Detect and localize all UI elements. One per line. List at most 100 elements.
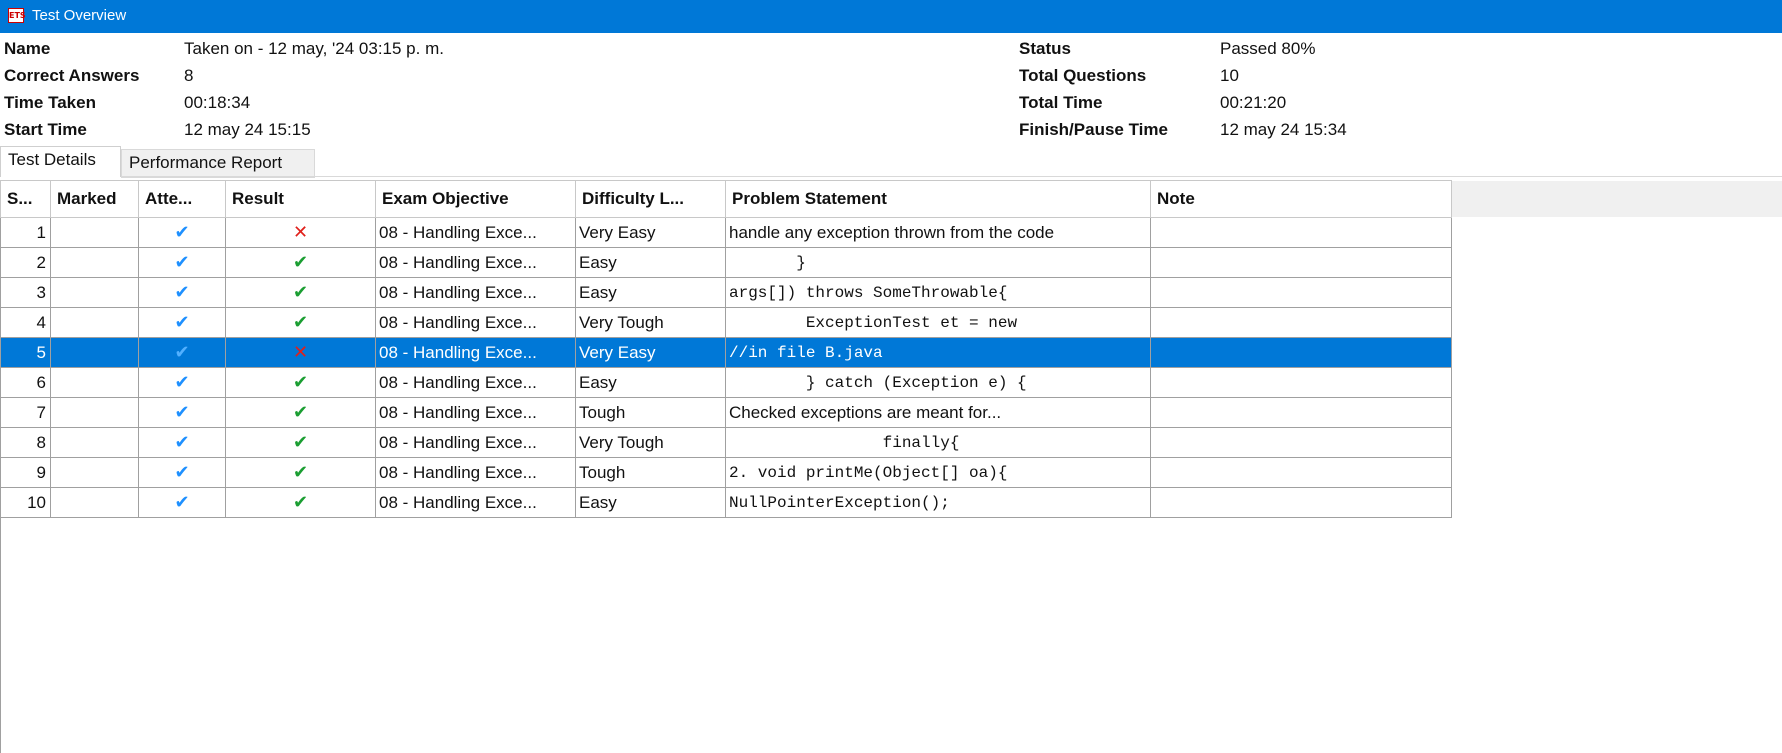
app-icon: ETS [8,8,26,23]
col-header-difficulty[interactable]: Difficulty L... [575,180,726,218]
check-icon: ✔ [174,342,190,362]
col-header-problem-statement[interactable]: Problem Statement [725,180,1151,218]
result-cell: ✕ [225,217,376,248]
exam-objective-cell: 08 - Handling Exce... [375,337,576,368]
col-header-attempted[interactable]: Atte... [138,180,226,218]
check-icon: ✔ [292,492,309,512]
col-header-exam-objective[interactable]: Exam Objective [375,180,576,218]
total-time-label: Total Time [1019,93,1103,112]
table-row[interactable]: 2 ✔ ✔ 08 - Handling Exce... Easy } [0,247,1452,278]
tab-test-details[interactable]: Test Details [0,146,121,177]
table-row[interactable]: 8 ✔ ✔ 08 - Handling Exce... Very Tough final… [0,427,1452,458]
window-title: Test Overview [32,7,127,24]
attempted-cell: ✔ [138,457,226,488]
marked-cell[interactable] [50,307,139,338]
status-value: Passed 80% [1220,39,1316,58]
exam-objective-cell: 08 - Handling Exce... [375,307,576,338]
table-row[interactable]: 10 ✔ ✔ 08 - Handling Exce... Easy NullPointer… [0,487,1452,518]
attempted-cell: ✔ [138,307,226,338]
difficulty-cell: Very Easy [575,337,726,368]
result-cell: ✔ [225,457,376,488]
table-row[interactable]: 5 ✔ ✕ 08 - Handling Exce... Very Easy//in fi… [0,337,1452,368]
table-row[interactable]: 7 ✔ ✔ 08 - Handling Exce... Tough Checked exc… [0,397,1452,428]
finish-time-label: Finish/Pause Time [1019,120,1168,139]
note-cell[interactable] [1150,217,1452,248]
problem-statement-cell: NullPointerException(); [725,487,1151,518]
exam-objective-cell: 08 - Handling Exce... [375,367,576,398]
marked-cell[interactable] [50,457,139,488]
result-cell: ✔ [225,397,376,428]
problem-statement-cell: finally{ [725,427,1151,458]
marked-cell[interactable] [50,427,139,458]
difficulty-cell: Easy [575,277,726,308]
tab-performance-report[interactable]: Performance Report [121,149,315,178]
marked-cell[interactable] [50,487,139,518]
note-cell[interactable] [1150,277,1452,308]
marked-cell[interactable] [50,367,139,398]
table-row[interactable]: 6 ✔ ✔ 08 - Handling Exce... Easy } catch (Ex… [0,367,1452,398]
attempted-cell: ✔ [138,427,226,458]
attempted-cell: ✔ [138,367,226,398]
serial-cell: 7 [0,397,51,428]
difficulty-cell: Easy [575,367,726,398]
status-label: Status [1019,39,1071,58]
check-icon: ✔ [174,252,190,272]
time-taken-value: 00:18:34 [184,93,251,112]
check-icon: ✔ [174,462,190,482]
difficulty-cell: Easy [575,487,726,518]
serial-cell: 2 [0,247,51,278]
header-filler [1450,181,1782,217]
marked-cell[interactable] [50,397,139,428]
title-bar: ETS Test Overview [0,0,1782,33]
note-cell[interactable] [1150,307,1452,338]
serial-cell: 6 [0,367,51,398]
table-header-row: S... Marked Atte... Result Exam Objectiv… [0,180,1452,218]
difficulty-cell: Easy [575,247,726,278]
exam-objective-cell: 08 - Handling Exce... [375,487,576,518]
check-icon: ✔ [292,312,309,332]
table-row[interactable]: 9 ✔ ✔ 08 - Handling Exce... Tough 2. void pri… [0,457,1452,488]
col-header-marked[interactable]: Marked [50,180,139,218]
note-cell[interactable] [1150,367,1452,398]
col-header-serial[interactable]: S... [0,180,51,218]
total-questions-value: 10 [1220,66,1239,85]
difficulty-cell: Very Tough [575,427,726,458]
difficulty-cell: Very Tough [575,307,726,338]
table-row[interactable]: 3 ✔ ✔ 08 - Handling Exce... Easy args[]) thro… [0,277,1452,308]
correct-answers-label: Correct Answers [4,66,140,85]
note-cell[interactable] [1150,397,1452,428]
attempted-cell: ✔ [138,277,226,308]
note-cell[interactable] [1150,487,1452,518]
note-cell[interactable] [1150,337,1452,368]
time-taken-label: Time Taken [4,93,96,112]
note-cell[interactable] [1150,427,1452,458]
total-questions-label: Total Questions [1019,66,1147,85]
check-icon: ✔ [292,372,309,392]
result-cell: ✕ [225,337,376,368]
marked-cell[interactable] [50,217,139,248]
attempted-cell: ✔ [138,247,226,278]
attempted-cell: ✔ [138,397,226,428]
note-cell[interactable] [1150,457,1452,488]
exam-objective-cell: 08 - Handling Exce... [375,397,576,428]
check-icon: ✔ [174,222,190,242]
exam-objective-cell: 08 - Handling Exce... [375,277,576,308]
check-icon: ✔ [174,372,190,392]
total-time-value: 00:21:20 [1220,93,1287,112]
exam-objective-cell: 08 - Handling Exce... [375,427,576,458]
problem-statement-cell: Checked exceptions are meant for... [725,397,1151,428]
note-cell[interactable] [1150,247,1452,278]
result-cell: ✔ [225,427,376,458]
marked-cell[interactable] [50,247,139,278]
exam-objective-cell: 08 - Handling Exce... [375,247,576,278]
result-cell: ✔ [225,247,376,278]
col-header-result[interactable]: Result [225,180,376,218]
difficulty-cell: Very Easy [575,217,726,248]
table-row[interactable]: 1 ✔ ✕ 08 - Handling Exce... Very Easy handle … [0,217,1452,248]
marked-cell[interactable] [50,277,139,308]
serial-cell: 10 [0,487,51,518]
col-header-note[interactable]: Note [1150,180,1452,218]
table-row[interactable]: 4 ✔ ✔ 08 - Handling Exce... Very Tough Excep… [0,307,1452,338]
marked-cell[interactable] [50,337,139,368]
serial-cell: 9 [0,457,51,488]
